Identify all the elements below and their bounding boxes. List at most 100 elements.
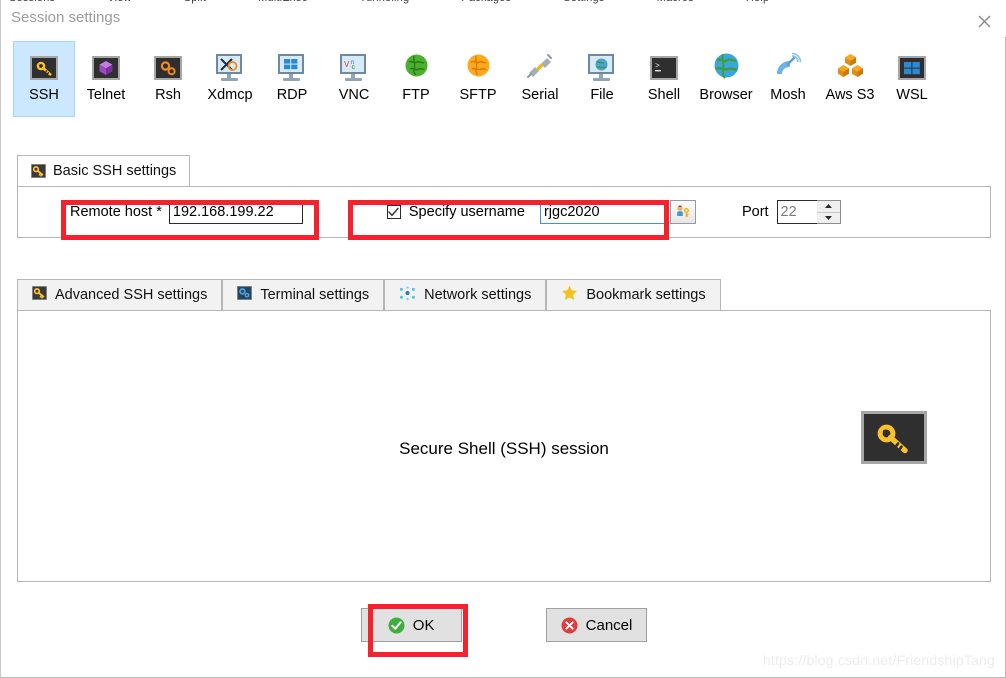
username-input[interactable]: [539, 200, 666, 224]
remote-host-label: Remote host *: [70, 204, 162, 220]
ok-button[interactable]: OK: [360, 608, 462, 642]
port-spinner: [816, 200, 841, 224]
protocol-serial[interactable]: Serial: [509, 41, 571, 117]
protocol-label: VNC: [338, 87, 370, 103]
ok-button-label: OK: [412, 616, 435, 634]
tab-label: Bookmark settings: [586, 287, 706, 303]
cancel-button[interactable]: Cancel: [545, 608, 648, 642]
close-button[interactable]: [961, 6, 1006, 37]
protocol-aws-s3[interactable]: Aws S3: [819, 41, 881, 117]
protocol-label: WSL: [896, 87, 928, 103]
port-stepper: [776, 200, 841, 224]
tab-advanced-ssh-settings[interactable]: Advanced SSH settings: [17, 279, 223, 310]
advanced-settings-section: Advanced SSH settings Terminal settings …: [17, 278, 991, 582]
port-spinner-up[interactable]: [817, 201, 840, 212]
session-type-icon: [861, 411, 927, 464]
protocol-label: File: [590, 87, 614, 103]
session-preview-panel: Secure Shell (SSH) session: [17, 310, 991, 582]
protocol-shell[interactable]: > Shell: [633, 41, 695, 117]
dialog-titlebar: Session settings: [1, 6, 1006, 37]
key-icon: [31, 285, 48, 301]
protocol-label: Xdmcp: [207, 87, 253, 103]
protocol-sftp[interactable]: SFTP: [447, 41, 509, 117]
star-icon: [562, 285, 578, 300]
spinner-up-icon: [824, 204, 832, 209]
clipped-menu-item[interactable]: Settings: [563, 0, 604, 4]
protocol-wsl[interactable]: WSL: [881, 41, 943, 117]
file-monitor-globe-icon: [587, 54, 617, 82]
protocol-ssh[interactable]: SSH: [13, 41, 75, 117]
user-key-icon: [677, 205, 690, 218]
protocol-rdp[interactable]: RDP: [261, 41, 323, 117]
aws-s3-cubes-icon: [837, 53, 864, 84]
protocol-label: SSH: [29, 87, 59, 103]
protocol-toolbar: SSH Telnet Rsh Xdmcp RDP V n c VNC FTP S…: [13, 41, 995, 127]
basic-tabstrip: Basic SSH settings: [17, 155, 991, 186]
clipped-menu-item[interactable]: Macros: [657, 0, 694, 4]
rsh-gears-icon: [154, 56, 182, 80]
protocol-ftp[interactable]: FTP: [385, 41, 447, 117]
close-icon: [978, 15, 990, 28]
vnc-monitor-icon: V n c: [339, 54, 369, 82]
remote-host-input[interactable]: [168, 200, 303, 224]
protocol-mosh[interactable]: Mosh: [757, 41, 819, 117]
specify-username-checkbox[interactable]: [386, 205, 401, 219]
spinner-down-icon: [824, 215, 832, 220]
port-label: Port: [741, 204, 769, 220]
checkmark-icon: [388, 207, 400, 217]
protocol-label: Shell: [647, 87, 681, 103]
tab-label: Advanced SSH settings: [55, 287, 208, 303]
mosh-satellite-icon: [774, 52, 802, 84]
svg-text:c: c: [352, 64, 356, 71]
clipped-menu-item[interactable]: MultiExec: [258, 0, 307, 4]
network-dots-icon: [400, 285, 416, 300]
protocol-browser[interactable]: Browser: [695, 41, 757, 117]
telnet-cube-icon: [92, 56, 120, 80]
browser-globe-icon: [713, 52, 740, 84]
protocol-label: Serial: [521, 87, 559, 103]
protocol-label: Aws S3: [825, 87, 875, 103]
protocol-telnet[interactable]: Telnet: [75, 41, 137, 117]
tab-basic-ssh-settings-label: Basic SSH settings: [53, 163, 177, 179]
key-icon: [31, 164, 46, 178]
rdp-windows-monitor-icon: [277, 54, 307, 82]
basic-settings-panel: Remote host * Specify username: [17, 186, 991, 238]
lower-tabstrip: Advanced SSH settings Terminal settings …: [17, 278, 991, 310]
watermark: https://blog.csdn.net/FriendshipTang: [762, 652, 995, 668]
clipped-menu-item[interactable]: View: [107, 0, 131, 4]
protocol-label: SFTP: [459, 87, 497, 103]
protocol-label: Browser: [699, 87, 753, 103]
protocol-label: Rsh: [155, 87, 181, 103]
session-description: Secure Shell (SSH) session: [399, 439, 609, 458]
basic-ssh-card: Basic SSH settings Remote host * Specify…: [17, 155, 991, 238]
protocol-vnc[interactable]: V n c VNC: [323, 41, 385, 117]
xdmcp-monitor-icon: [215, 54, 245, 82]
protocol-label: Mosh: [770, 87, 806, 103]
clipped-menu-item[interactable]: Help: [746, 0, 769, 4]
protocol-xdmcp[interactable]: Xdmcp: [199, 41, 261, 117]
clipped-menu-item[interactable]: Packages: [461, 0, 511, 4]
tab-bookmark-settings[interactable]: Bookmark settings: [546, 279, 721, 310]
port-input[interactable]: [776, 200, 817, 224]
tab-label: Network settings: [424, 287, 532, 303]
clipped-menu-item[interactable]: Sessions: [9, 0, 55, 4]
red-x-icon: [561, 617, 578, 634]
dialog-buttons: OK Cancel: [1, 608, 1006, 642]
clipped-menu-item[interactable]: Tunneling: [360, 0, 410, 4]
page-title: Session settings: [11, 9, 121, 26]
serial-plug-icon: [526, 53, 554, 84]
cancel-button-label: Cancel: [585, 616, 633, 634]
wsl-windows-icon: [898, 56, 926, 80]
ssh-key-icon: [877, 424, 908, 453]
tab-network-settings[interactable]: Network settings: [384, 279, 547, 310]
protocol-file[interactable]: File: [571, 41, 633, 117]
tab-terminal-settings[interactable]: Terminal settings: [222, 279, 385, 310]
clipped-menu-item[interactable]: Split: [184, 0, 206, 4]
protocol-rsh[interactable]: Rsh: [137, 41, 199, 117]
protocol-label: Telnet: [86, 87, 126, 103]
svg-text:>: >: [655, 62, 660, 71]
port-spinner-down[interactable]: [816, 211, 840, 224]
tab-basic-ssh-settings[interactable]: Basic SSH settings: [17, 155, 191, 186]
select-private-key-button[interactable]: [669, 200, 696, 224]
shell-terminal-icon: >: [650, 56, 678, 80]
